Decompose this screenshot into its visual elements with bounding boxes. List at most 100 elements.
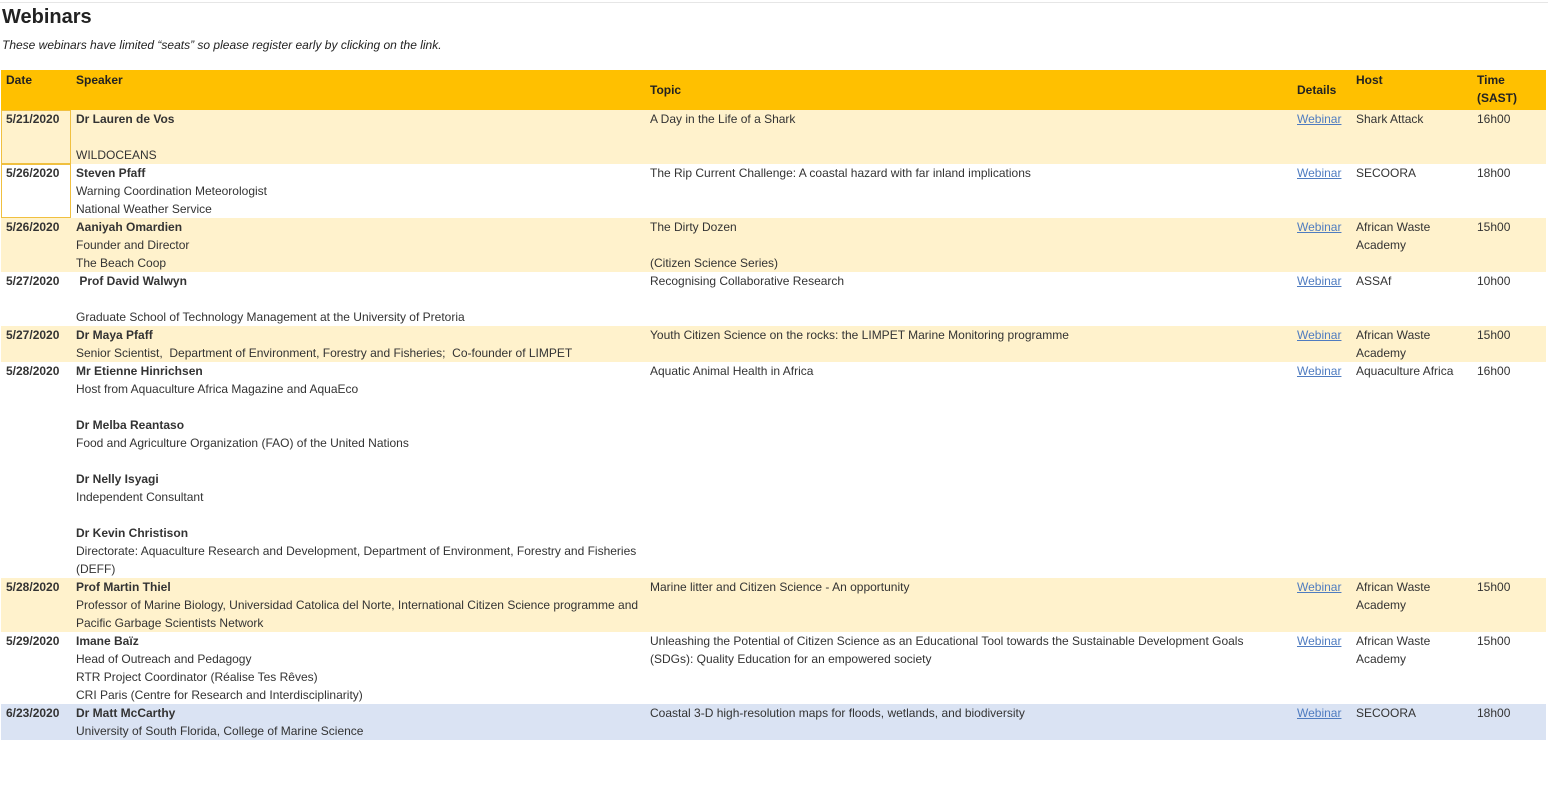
header-host: Host xyxy=(1351,70,1472,110)
topic-text: Coastal 3-D high-resolution maps for flo… xyxy=(650,706,1025,720)
cell-host: African Waste Academy xyxy=(1351,218,1472,272)
speaker-affiliation: CRI Paris (Centre for Research and Inter… xyxy=(76,688,363,702)
topic-spacer xyxy=(650,236,1287,254)
speaker-affiliation: Food and Agriculture Organization (FAO) … xyxy=(76,436,409,450)
speaker-name: Steven Pfaff xyxy=(76,166,146,180)
cell-topic: A Day in the Life of a Shark xyxy=(645,110,1292,164)
speaker-affiliation: RTR Project Coordinator (Réalise Tes Rêv… xyxy=(76,670,318,684)
page-subtitle: These webinars have limited “seats” so p… xyxy=(2,38,442,52)
webinar-link[interactable]: Webinar xyxy=(1297,364,1341,378)
cell-details: Webinar xyxy=(1292,362,1351,578)
table-row: 5/27/2020 Prof David Walwyn Graduate Scho… xyxy=(1,272,1546,326)
topic-text: Youth Citizen Science on the rocks: the … xyxy=(650,328,1069,342)
cell-details: Webinar xyxy=(1292,218,1351,272)
cell-date: 5/28/2020 xyxy=(1,578,71,632)
speaker-name: Dr Matt McCarthy xyxy=(76,706,176,720)
speaker-name: Prof David Walwyn xyxy=(76,274,187,288)
topic-text: Recognising Collaborative Research xyxy=(650,274,845,288)
speaker-affiliation: Host from Aquaculture Africa Magazine an… xyxy=(76,382,359,396)
cell-host: SECOORA xyxy=(1351,704,1472,740)
table-row: 5/28/2020 Prof Martin Thiel Professor of M… xyxy=(1,578,1546,632)
speaker-affiliation: Warning Coordination Meteorologist xyxy=(76,184,267,198)
cell-time: 18h00 xyxy=(1472,704,1546,740)
cell-details: Webinar xyxy=(1292,632,1351,704)
webinar-link[interactable]: Webinar xyxy=(1297,328,1341,342)
cell-details: Webinar xyxy=(1292,326,1351,362)
speaker-name: Dr Kevin Christison xyxy=(76,526,189,540)
speaker-name: Prof Martin Thiel xyxy=(76,580,171,594)
cell-details: Webinar xyxy=(1292,110,1351,164)
cell-time: 15h00 xyxy=(1472,218,1546,272)
header-date: Date xyxy=(1,70,71,110)
cell-time: 16h00 xyxy=(1472,110,1546,164)
topic-text: A Day in the Life of a Shark xyxy=(650,112,796,126)
header-time: Time (SAST) xyxy=(1472,70,1546,110)
cell-date: 5/26/2020 xyxy=(1,218,71,272)
cell-speaker: Dr Matt McCarthy University of South Flor… xyxy=(71,704,645,740)
cell-date: 5/29/2020 xyxy=(1,632,71,704)
cell-date: 5/27/2020 xyxy=(1,326,71,362)
cell-time: 15h00 xyxy=(1472,578,1546,632)
cell-topic: Aquatic Animal Health in Africa xyxy=(645,362,1292,578)
cell-speaker: Mr Etienne Hinrichsen Host from Aquacultu… xyxy=(71,362,645,578)
speaker-spacer xyxy=(76,290,640,308)
cell-time: 10h00 xyxy=(1472,272,1546,326)
speaker-name: Imane Baïz xyxy=(76,634,139,648)
topic-text: (Citizen Science Series) xyxy=(650,256,779,270)
speaker-affiliation: Founder and Director xyxy=(76,238,190,252)
webinar-link[interactable]: Webinar xyxy=(1297,706,1341,720)
table-row: 5/29/2020 Imane Baïz Head of Outreach and … xyxy=(1,632,1546,704)
speaker-spacer xyxy=(76,506,640,524)
cell-details: Webinar xyxy=(1292,704,1351,740)
topic-text: The Dirty Dozen xyxy=(650,220,737,234)
cell-speaker: Imane Baïz Head of Outreach and Pedagogy R… xyxy=(71,632,645,704)
cell-host: African Waste Academy xyxy=(1351,326,1472,362)
cell-speaker: Prof David Walwyn Graduate School of Tech… xyxy=(71,272,645,326)
speaker-affiliation: University of South Florida, College of … xyxy=(76,724,364,738)
webinar-link[interactable]: Webinar xyxy=(1297,220,1341,234)
cell-speaker: Prof Martin Thiel Professor of Marine Bio… xyxy=(71,578,645,632)
page-title: Webinars xyxy=(2,6,92,28)
cell-date: 6/23/2020 xyxy=(1,704,71,740)
table-row: 5/26/2020 Steven Pfaff Warning Coordinatio… xyxy=(1,164,1546,218)
webinar-link[interactable]: Webinar xyxy=(1297,634,1341,648)
webinar-link[interactable]: Webinar xyxy=(1297,112,1341,126)
header-time-line2: (SAST) xyxy=(1477,91,1517,105)
speaker-name: Dr Melba Reantaso xyxy=(76,418,185,432)
speaker-name: Dr Maya Pfaff xyxy=(76,328,153,342)
cell-topic: Unleashing the Potential of Citizen Scie… xyxy=(645,632,1292,704)
cell-speaker: Dr Lauren de Vos WILDOCEANS xyxy=(71,110,645,164)
speaker-name: Dr Nelly Isyagi xyxy=(76,472,159,486)
cell-topic: The Rip Current Challenge: A coastal haz… xyxy=(645,164,1292,218)
cell-date: 5/27/2020 xyxy=(1,272,71,326)
webinar-link[interactable]: Webinar xyxy=(1297,580,1341,594)
cell-host: African Waste Academy xyxy=(1351,632,1472,704)
cell-date: 5/28/2020 xyxy=(1,362,71,578)
header-time-line1: Time xyxy=(1477,73,1505,87)
speaker-affiliation: Independent Consultant xyxy=(76,490,204,504)
table-row: 5/28/2020 Mr Etienne Hinrichsen Host from … xyxy=(1,362,1546,578)
speaker-spacer xyxy=(76,452,640,470)
cell-details: Webinar xyxy=(1292,272,1351,326)
cell-topic: The Dirty Dozen (Citizen Science Series) xyxy=(645,218,1292,272)
cell-details: Webinar xyxy=(1292,578,1351,632)
cell-time: 15h00 xyxy=(1472,326,1546,362)
speaker-name: Aaniyah Omardien xyxy=(76,220,183,234)
speaker-affiliation: Directorate: Aquaculture Research and De… xyxy=(76,544,637,576)
cell-speaker: Dr Maya Pfaff Senior Scientist, Departmen… xyxy=(71,326,645,362)
speaker-name: Dr Lauren de Vos xyxy=(76,112,175,126)
table-row: 5/26/2020 Aaniyah Omardien Founder and Dir… xyxy=(1,218,1546,272)
cell-host: SECOORA xyxy=(1351,164,1472,218)
speaker-affiliation: The Beach Coop xyxy=(76,256,167,270)
topic-text: Aquatic Animal Health in Africa xyxy=(650,364,814,378)
topic-text: The Rip Current Challenge: A coastal haz… xyxy=(650,166,1031,180)
cell-topic: Recognising Collaborative Research xyxy=(645,272,1292,326)
speaker-affiliation: WILDOCEANS xyxy=(76,148,157,162)
cell-date: 5/21/2020 xyxy=(1,110,71,164)
table-header-row: Date Speaker Topic Details Host Time (SA… xyxy=(1,70,1546,110)
header-topic: Topic xyxy=(645,70,1292,110)
top-divider xyxy=(0,2,1548,3)
speaker-spacer xyxy=(76,398,640,416)
webinar-link[interactable]: Webinar xyxy=(1297,274,1341,288)
webinar-link[interactable]: Webinar xyxy=(1297,166,1341,180)
